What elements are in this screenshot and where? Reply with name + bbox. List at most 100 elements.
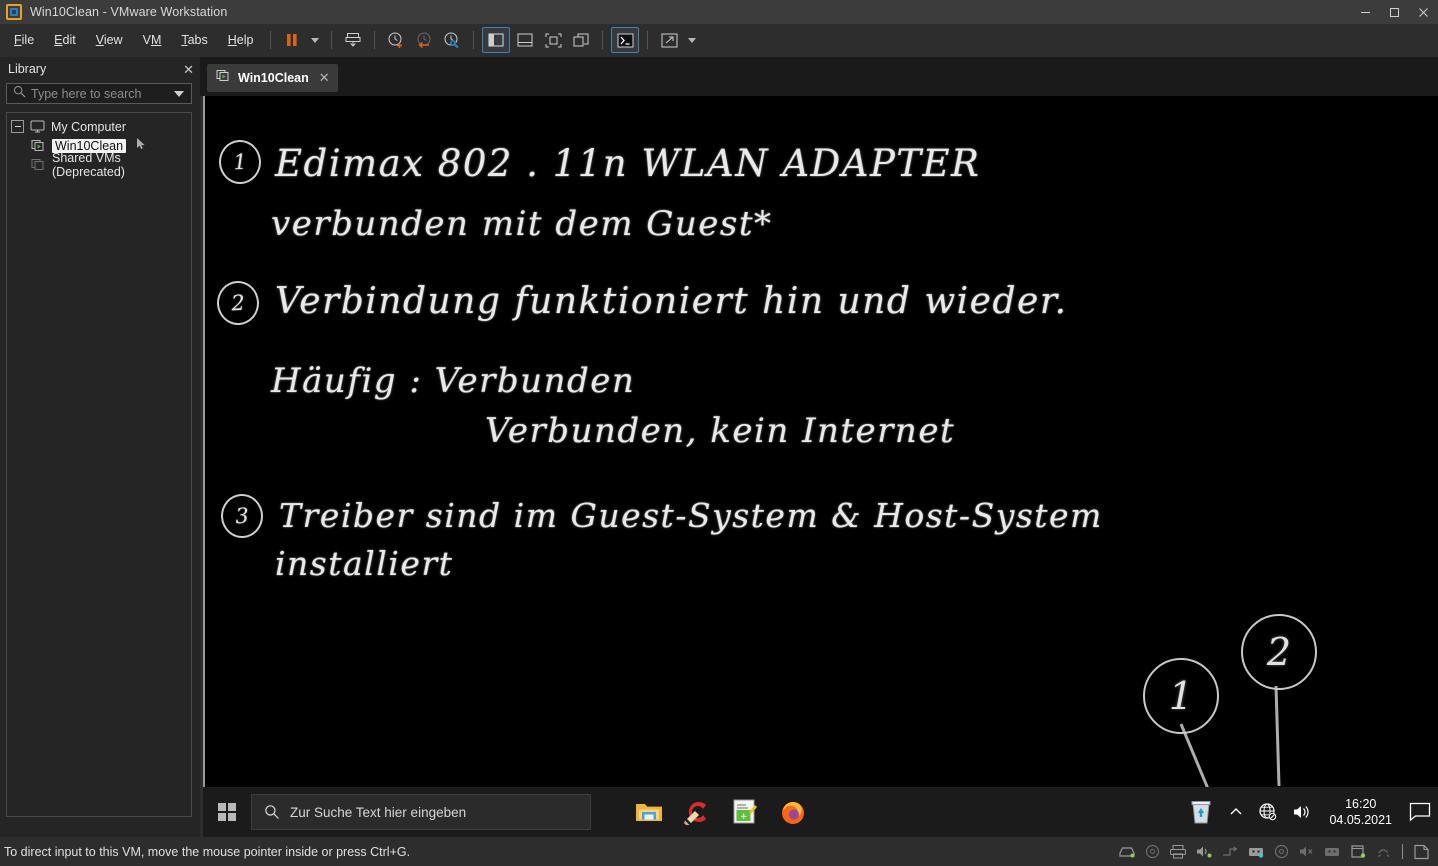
handwriting-note-1-line-2: verbunden mit dem Guest*	[271, 204, 773, 244]
handwriting-note-2-line-1: Verbindung funktioniert hin und wieder.	[275, 281, 1068, 322]
unity-mode-button[interactable]	[568, 28, 594, 52]
sound-icon[interactable]	[1195, 844, 1213, 859]
handwriting-number-3: 3	[219, 492, 265, 540]
menu-view[interactable]: View	[87, 30, 132, 50]
menu-tabs-label: abs	[187, 33, 208, 47]
tree-item-my-computer[interactable]: My Computer	[7, 117, 191, 136]
tab-vm-running-icon	[216, 69, 231, 87]
display-left-edge	[203, 96, 205, 837]
show-hidden-icons-chevron-up-icon[interactable]	[1221, 787, 1251, 837]
maximize-button[interactable]	[1380, 0, 1409, 24]
handwriting-note-2-line-3: Verbunden, kein Internet	[485, 411, 956, 451]
vmware-logo-icon	[6, 4, 22, 20]
device-status-icons	[1114, 837, 1434, 866]
status-bar: To direct input to this VM, move the mou…	[0, 837, 1438, 866]
menu-help-label: elp	[236, 33, 254, 47]
notepad-plus-plus-icon[interactable]: +	[721, 787, 769, 837]
stretch-dropdown-chevron-down-icon[interactable]	[688, 37, 697, 43]
handwriting-number-1: 1	[217, 138, 263, 186]
clock-time: 16:20	[1345, 797, 1377, 811]
menu-help[interactable]: Help	[219, 30, 263, 50]
handwriting-number-2: 2	[215, 279, 261, 327]
usb-printer-icon[interactable]	[1323, 844, 1341, 859]
busy-cursor-icon	[134, 137, 148, 154]
menu-file[interactable]: File	[5, 30, 43, 50]
suspend-button[interactable]	[279, 28, 305, 52]
handwriting-note-3-line-2: installiert	[275, 544, 454, 583]
shared-vm-icon	[31, 158, 46, 171]
fullscreen-button[interactable]	[540, 28, 566, 52]
volume-icon[interactable]	[1285, 787, 1319, 837]
handwriting-note-2-line-2: Häufig : Verbunden	[271, 361, 636, 401]
bluetooth-icon[interactable]	[1375, 844, 1392, 859]
clock-date: 04.05.2021	[1329, 813, 1392, 827]
show-library-button[interactable]	[482, 27, 511, 53]
taskbar-tray: 16:20 04.05.2021	[1181, 787, 1438, 837]
monitor-icon	[30, 120, 45, 133]
menu-tabs[interactable]: Tabs	[172, 30, 216, 50]
tab-close-icon[interactable]: ✕	[319, 70, 330, 86]
console-button[interactable]	[611, 27, 640, 53]
stretch-guest-button[interactable]	[656, 28, 682, 52]
search-icon	[13, 85, 26, 103]
show-thumbnails-button[interactable]	[512, 28, 538, 52]
windows-start-icon[interactable]	[203, 787, 251, 837]
recycle-bin-icon[interactable]	[1181, 787, 1221, 837]
snapshot-manager-button[interactable]	[439, 28, 465, 52]
library-search-chevron-down-icon[interactable]	[174, 90, 184, 97]
menu-file-label: ile	[21, 33, 35, 47]
library-header: Library ✕	[0, 57, 200, 81]
firefox-icon[interactable]	[769, 787, 817, 837]
expander-icon[interactable]	[11, 120, 24, 133]
take-snapshot-button[interactable]	[383, 28, 409, 52]
revert-snapshot-button[interactable]	[411, 28, 437, 52]
window-controls	[1351, 0, 1438, 24]
library-close-icon[interactable]: ✕	[183, 63, 194, 76]
message-log-icon[interactable]	[1413, 844, 1430, 860]
close-button[interactable]	[1409, 0, 1438, 24]
taskbar-search-input[interactable]: Zur Suche Text hier eingeben	[251, 794, 591, 830]
pointer-circle-2: 2	[1241, 614, 1317, 690]
snapshot-button[interactable]	[340, 28, 366, 52]
vmware-workstation-window: Win10Clean - VMware Workstation File Edi…	[0, 0, 1438, 866]
library-search-box[interactable]: Type here to search	[6, 83, 192, 104]
network-adapter-icon[interactable]	[1221, 844, 1239, 859]
minimize-button[interactable]	[1351, 0, 1380, 24]
menu-edit[interactable]: Edit	[45, 30, 85, 50]
tree-label-shared-vms: Shared VMs (Deprecated)	[52, 150, 125, 179]
pointer-circle-1: 1	[1143, 658, 1219, 734]
hard-disk-icon[interactable]	[1118, 844, 1136, 859]
windows-taskbar: Zur Suche Text hier eingeben + 16:20 04.…	[203, 787, 1438, 837]
title-bar: Win10Clean - VMware Workstation	[0, 0, 1438, 25]
action-center-icon[interactable]	[1402, 787, 1438, 837]
tab-label: Win10Clean	[238, 71, 309, 85]
handwriting-note-1-line-1: Edimax 802 . 11n WLAN ADAPTER	[275, 142, 981, 185]
usb-device-icon[interactable]	[1247, 844, 1265, 859]
library-title: Library	[8, 62, 47, 76]
handwriting-note-3-line-1: Treiber sind im Guest-System & Host-Syst…	[279, 496, 1103, 535]
audio-input-icon[interactable]	[1298, 844, 1315, 859]
library-panel: Library ✕ Type here to search My Compute…	[0, 57, 200, 837]
menu-vm[interactable]: VM	[134, 30, 171, 50]
tree-label-my-computer: My Computer	[51, 119, 127, 134]
file-explorer-icon[interactable]	[625, 787, 673, 837]
network-disconnected-icon[interactable]	[1251, 787, 1285, 837]
status-message: To direct input to this VM, move the mou…	[4, 844, 411, 859]
taskbar-search-placeholder: Zur Suche Text hier eingeben	[290, 804, 467, 820]
power-dropdown-chevron-down-icon[interactable]	[311, 37, 320, 43]
printer-icon[interactable]	[1169, 844, 1187, 859]
floppy-icon[interactable]	[1273, 844, 1290, 859]
tab-strip: Win10Clean ✕	[200, 57, 1438, 96]
tree-item-shared-vms[interactable]: Shared VMs (Deprecated)	[7, 151, 191, 179]
window-title: Win10Clean - VMware Workstation	[30, 5, 228, 19]
taskbar-search-icon	[264, 804, 280, 820]
taskbar-clock[interactable]: 16:20 04.05.2021	[1319, 796, 1402, 828]
ccleaner-icon[interactable]	[673, 787, 721, 837]
tab-win10clean[interactable]: Win10Clean ✕	[207, 64, 338, 92]
menu-view-label: iew	[103, 33, 123, 47]
svg-text:+: +	[740, 812, 748, 822]
vm-display[interactable]: 1 Edimax 802 . 11n WLAN ADAPTER verbunde…	[203, 96, 1438, 837]
cd-dvd-icon[interactable]	[1144, 844, 1161, 859]
menu-bar: File Edit View VM Tabs Help	[0, 24, 1438, 56]
camera-icon[interactable]	[1349, 844, 1367, 859]
